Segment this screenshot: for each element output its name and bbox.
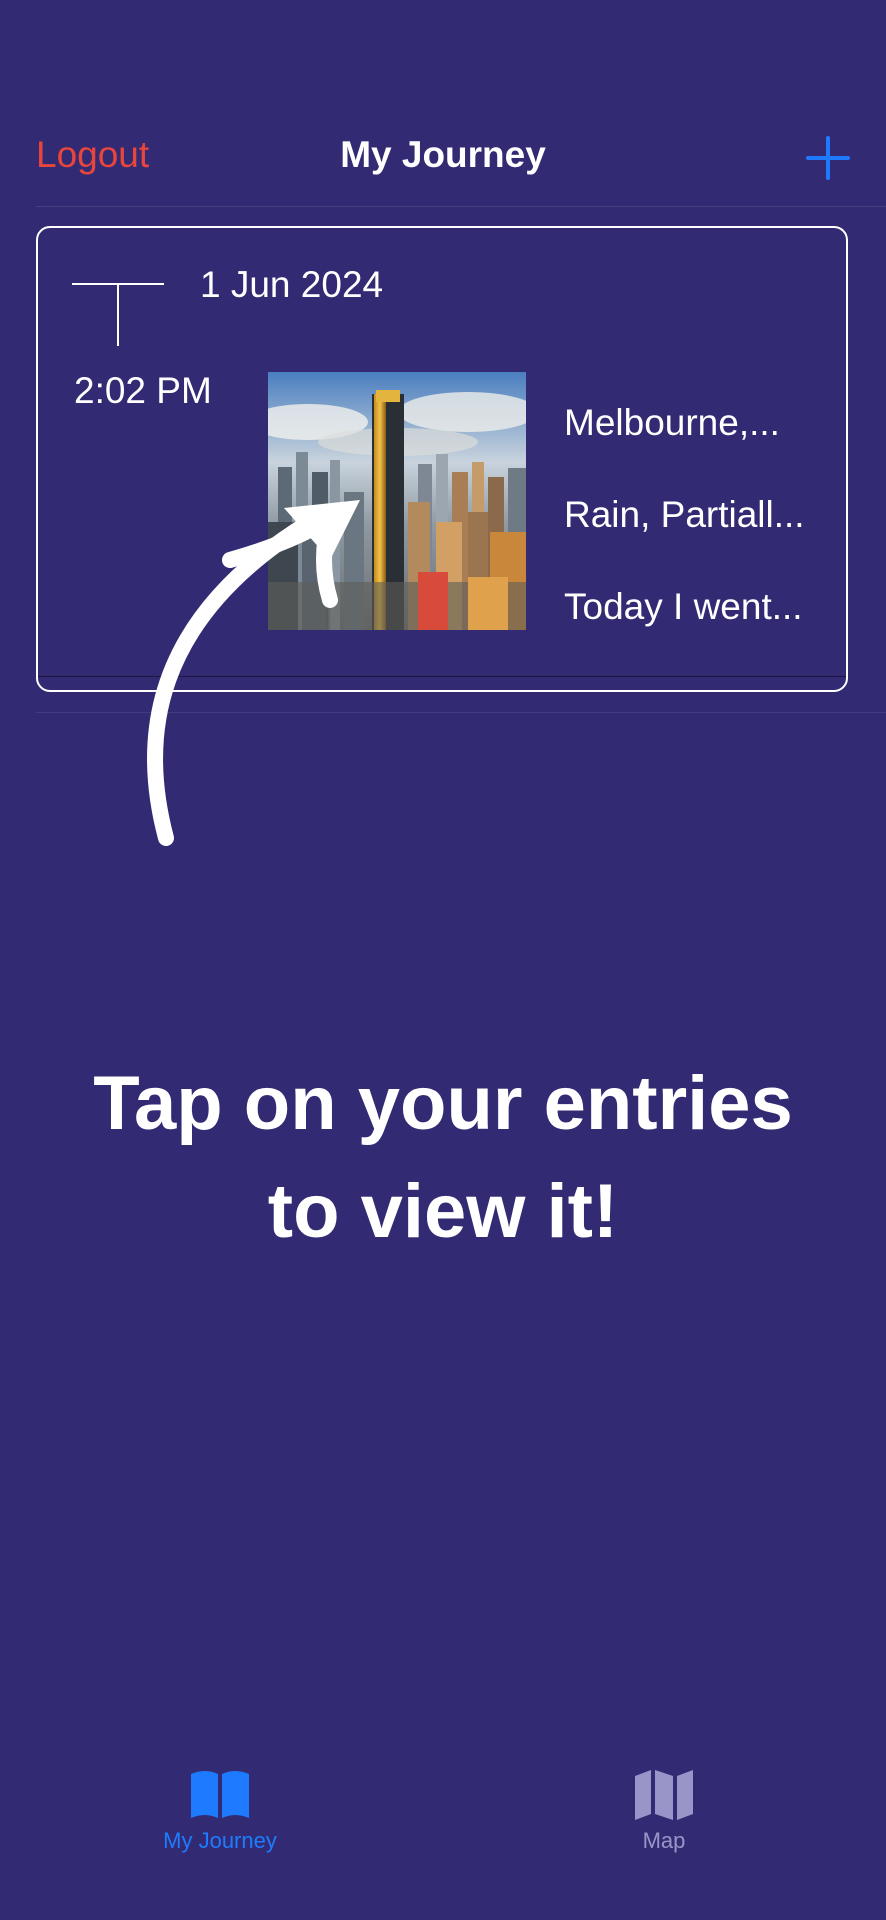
tab-map-label: Map: [642, 1828, 686, 1853]
map-icon: [635, 1770, 693, 1820]
tab-bar: My Journey Map: [0, 1740, 886, 1920]
navbar-divider: [36, 206, 886, 207]
navigation-bar: Logout My Journey: [0, 110, 886, 206]
entry-location: Melbourne,...: [564, 402, 780, 443]
text-t-icon: [72, 283, 164, 346]
tab-my-journey-label: My Journey: [163, 1828, 277, 1853]
entry-weather: Rain, Partiall...: [564, 494, 805, 535]
screen: Logout My Journey 1 Jun 2024 2:02 PM Mel…: [0, 0, 886, 1920]
hint-line-1: Tap on your entries: [93, 1061, 793, 1146]
entry-time: 2:02 PM: [74, 370, 212, 411]
tab-my-journey[interactable]: My Journey: [120, 1740, 320, 1890]
tab-map[interactable]: Map: [564, 1740, 764, 1890]
entry-note: Today I went...: [564, 586, 803, 627]
hint-text: Tap on your entries to view it!: [0, 1050, 886, 1266]
curved-arrow-icon: [147, 500, 360, 846]
hint-line-2: to view it!: [267, 1169, 619, 1254]
plus-icon: [806, 136, 850, 180]
page-title: My Journey: [340, 134, 546, 175]
add-entry-button[interactable]: [806, 136, 850, 180]
entry-date: 1 Jun 2024: [200, 264, 384, 305]
open-book-icon: [191, 1771, 249, 1818]
